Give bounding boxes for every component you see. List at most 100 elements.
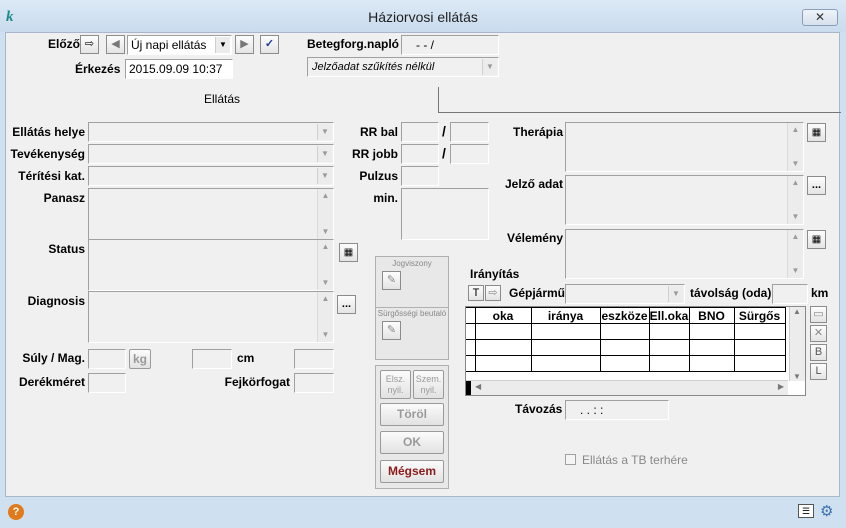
velemeny-label: Vélemény (506, 231, 563, 245)
table-header-row: oka iránya eszköze Ell.oka BNO Sürgős (466, 307, 786, 324)
tavozas-value: . . : : (580, 403, 604, 417)
ellatas-helye-select[interactable]: ▼ (88, 122, 334, 142)
tevekenyseg-label: Tevékenység (10, 147, 86, 161)
min-textarea[interactable] (401, 188, 489, 240)
velemeny-textarea[interactable]: ▲ ▼ (565, 229, 804, 279)
tavolsag-field[interactable] (772, 284, 808, 304)
jelzo-adat-label: Jelző adat (504, 177, 563, 191)
min-label: min. (373, 191, 398, 205)
gepjarmu-label: Gépjármű (509, 286, 566, 300)
referral-grid[interactable]: oka iránya eszköze Ell.oka BNO Sürgős ▲ … (465, 306, 806, 396)
delete-row-icon[interactable]: ✕ (810, 325, 827, 342)
grid-horizontal-scrollbar[interactable]: ◀ ▶ (466, 380, 788, 395)
col-eszkoze[interactable]: eszköze (599, 307, 650, 324)
suly-field[interactable] (88, 349, 126, 369)
extra-measure-field[interactable] (294, 349, 334, 369)
fejkorfogat-label: Fejkörfogat (224, 375, 290, 389)
visit-type-value: Új napi ellátás (131, 38, 207, 52)
pulzus-label: Pulzus (359, 169, 398, 183)
document-panel: Jogviszony ✎ Sürgősségi beutaló ✎ (375, 256, 449, 360)
tab-ellatas[interactable]: Ellátás (6, 87, 439, 113)
confirm-check-icon[interactable]: ✓ (260, 35, 279, 54)
chevron-down-icon[interactable]: ▼ (215, 37, 230, 53)
t-button[interactable]: T (468, 285, 484, 301)
gepjarmu-select[interactable]: ▼ (565, 284, 685, 304)
grid-vertical-scrollbar[interactable]: ▲ ▼ (789, 307, 805, 381)
col-iranya[interactable]: iránya (530, 307, 601, 324)
fejkorfogat-field[interactable] (294, 373, 334, 393)
table-row[interactable] (466, 323, 786, 340)
prev-label: Előző (48, 37, 80, 51)
velemeny-list-icon[interactable]: ▦ (807, 230, 826, 249)
tavozas-label: Távozás (515, 402, 563, 416)
therapia-textarea[interactable]: ▲ ▼ (565, 122, 804, 172)
derekmeret-field[interactable] (88, 373, 126, 393)
tb-checkbox[interactable] (565, 454, 576, 465)
col-surgos[interactable]: Sürgős (733, 307, 786, 324)
diagnosis-textarea[interactable]: ▲ ▼ (88, 291, 334, 343)
suly-label: Súly / Mag. (22, 351, 85, 365)
therapia-list-icon[interactable]: ▦ (807, 123, 826, 142)
dialog-body: Előző ⇨ ◀ Új napi ellátás ▼ ▶ ✓ Betegfor… (5, 32, 841, 497)
new-row-icon[interactable]: ▭ (810, 306, 827, 323)
settings-gear-icon[interactable]: ⚙ (820, 502, 833, 520)
jelzo-more-button[interactable]: ... (807, 176, 826, 195)
jelzo-adat-textarea[interactable]: ▲ ▼ (565, 175, 804, 225)
km-label: km (811, 286, 829, 300)
prev-record-icon[interactable]: ⇨ (80, 35, 99, 54)
teritesi-label: Térítési kat. (18, 169, 85, 183)
tb-checkbox-label: Ellátás a TB terhére (582, 453, 688, 467)
torol-button[interactable]: Töröl (380, 403, 444, 426)
rr-bal-label: RR bal (359, 125, 398, 139)
status-textarea[interactable]: ▲ ▼ (88, 239, 334, 291)
magassag-field[interactable] (192, 349, 232, 369)
table-row[interactable] (466, 355, 786, 372)
status-bar: ? ☰ ⚙ (0, 497, 846, 528)
therapia-label: Therápia (512, 125, 563, 139)
arrival-field[interactable]: 2015.09.09 10:37 (125, 59, 233, 79)
col-oka[interactable]: oka (474, 307, 532, 324)
nav-left-icon[interactable]: ◀ (106, 35, 125, 54)
l-button[interactable]: L (810, 363, 827, 380)
window-title: Háziorvosi ellátás (368, 9, 478, 25)
tevekenyseg-select[interactable]: ▼ (88, 144, 334, 164)
surgossegi-edit-icon[interactable]: ✎ (382, 321, 401, 340)
table-row[interactable] (466, 339, 786, 356)
panasz-textarea[interactable]: ▲ ▼ (88, 188, 334, 240)
referral-table: oka iránya eszköze Ell.oka BNO Sürgős (466, 307, 786, 372)
kg-button[interactable]: kg (129, 349, 151, 369)
pulzus-field[interactable] (401, 166, 439, 186)
jelzo-filter-select[interactable]: Jelzőadat szűkítés nélkül ▼ (307, 57, 499, 77)
ok-button[interactable]: OK (380, 431, 444, 454)
list-icon[interactable]: ▦ (339, 243, 358, 262)
status-label: Status (48, 242, 85, 256)
visit-type-select[interactable]: Új napi ellátás ▼ (127, 35, 232, 55)
list-view-icon[interactable]: ☰ (798, 504, 814, 518)
slash-label: / (442, 145, 446, 161)
col-bno[interactable]: BNO (688, 307, 735, 324)
arrival-value: 2015.09.09 10:37 (129, 62, 223, 76)
cm-label: cm (237, 351, 255, 365)
szem-nyil-button[interactable]: Szem. nyil. (413, 370, 444, 399)
megsem-button[interactable]: Mégsem (380, 460, 444, 483)
close-button[interactable]: ✕ (802, 9, 838, 26)
rr-bal-dia-field[interactable] (450, 122, 489, 142)
diagnosis-more-button[interactable]: ... (337, 295, 356, 314)
jogviszony-label: Jogviszony (392, 259, 432, 268)
rr-jobb-sys-field[interactable] (401, 144, 439, 164)
tavozas-field[interactable]: . . : : (565, 400, 669, 420)
import-icon[interactable]: ⇨ (485, 285, 501, 301)
surgossegi-label: Sürgősségi beutaló (377, 309, 447, 318)
rr-bal-sys-field[interactable] (401, 122, 439, 142)
jogviszony-edit-icon[interactable]: ✎ (382, 271, 401, 290)
elsz-nyil-button[interactable]: Elsz. nyil. (380, 370, 411, 399)
nav-right-icon[interactable]: ▶ (235, 35, 254, 54)
col-elloka[interactable]: Ell.oka (648, 307, 690, 324)
iranyitas-label: Irányítás (470, 267, 520, 281)
rr-jobb-dia-field[interactable] (450, 144, 489, 164)
help-icon[interactable]: ? (8, 504, 24, 520)
betegforg-field[interactable]: - - / (401, 35, 499, 55)
chevron-down-icon[interactable]: ▼ (482, 59, 497, 75)
b-button[interactable]: B (810, 344, 827, 361)
teritesi-select[interactable]: ▼ (88, 166, 334, 186)
